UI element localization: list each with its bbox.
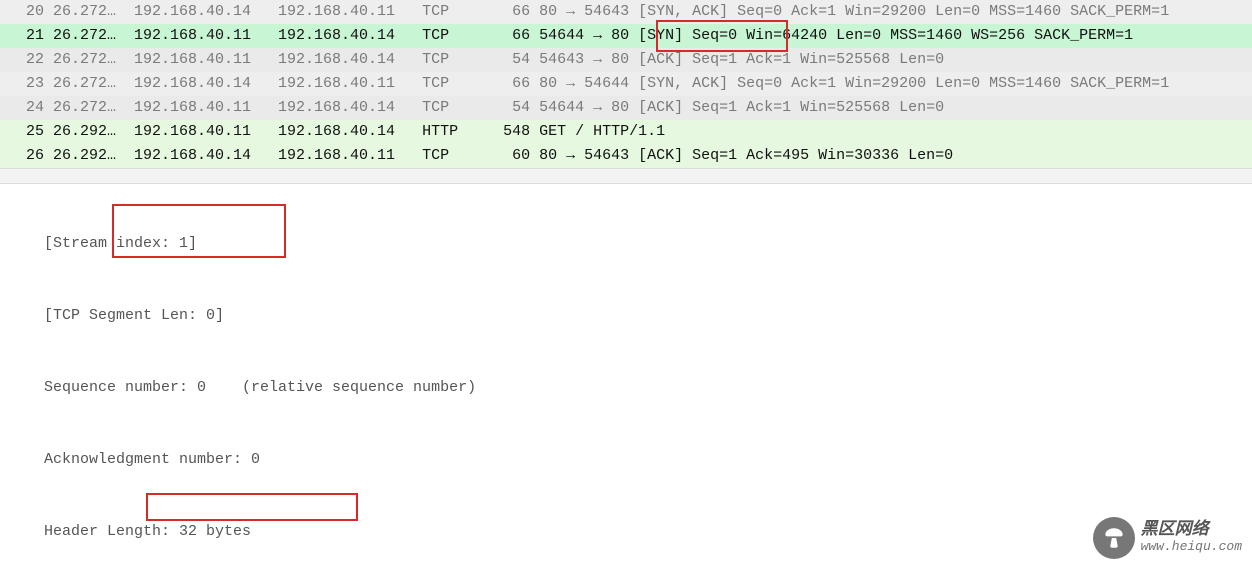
wireshark-window: { "packets": { "r1": " 20 26.272… 192.16… [0,0,1252,567]
detail-hdr-length: Header Length: 32 bytes [0,520,1252,544]
detail-stream-index: [Stream index: 1] [0,232,1252,256]
packet-list[interactable]: 20 26.272… 192.168.40.14 192.168.40.11 T… [0,0,1252,168]
packet-row[interactable]: 23 26.272… 192.168.40.14 192.168.40.11 T… [0,72,1252,96]
packet-row[interactable]: 26 26.292… 192.168.40.14 192.168.40.11 T… [0,144,1252,168]
packet-row[interactable]: 25 26.292… 192.168.40.11 192.168.40.14 H… [0,120,1252,144]
packet-details[interactable]: [Stream index: 1] [TCP Segment Len: 0] S… [0,184,1252,567]
detail-ack-number: Acknowledgment number: 0 [0,448,1252,472]
watermark: 黑区网络 www.heiqu.com [1093,517,1242,559]
packet-row[interactable]: 22 26.272… 192.168.40.11 192.168.40.14 T… [0,48,1252,72]
detail-seq-number: Sequence number: 0 (relative sequence nu… [0,376,1252,400]
packet-row[interactable]: 20 26.272… 192.168.40.14 192.168.40.11 T… [0,0,1252,24]
mushroom-icon [1093,517,1135,559]
packet-row[interactable]: 24 26.272… 192.168.40.11 192.168.40.14 T… [0,96,1252,120]
detail-tcp-seg-len: [TCP Segment Len: 0] [0,304,1252,328]
watermark-title: 黑区网络 [1141,522,1242,541]
pane-splitter[interactable] [0,168,1252,184]
watermark-url: www.heiqu.com [1141,540,1242,554]
packet-row-selected[interactable]: 21 26.272… 192.168.40.11 192.168.40.14 T… [0,24,1252,48]
